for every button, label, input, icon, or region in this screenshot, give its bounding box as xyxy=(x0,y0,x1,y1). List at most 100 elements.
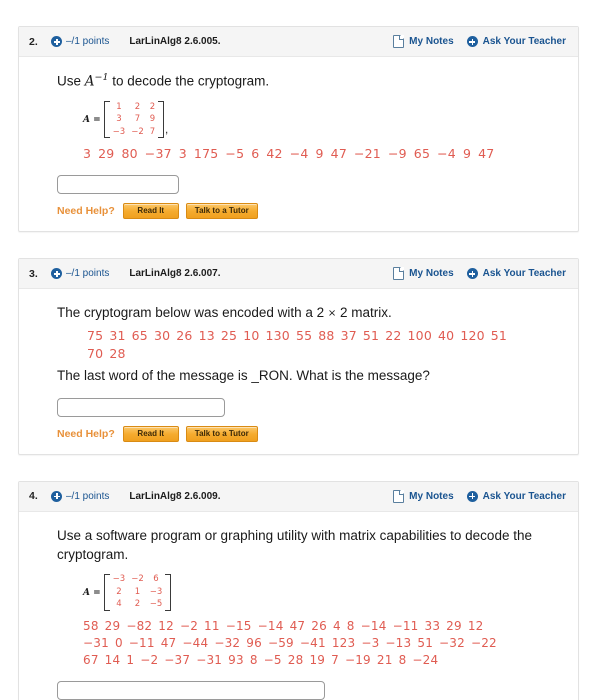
question-prompt-3: The cryptogram below was encoded with a … xyxy=(57,303,560,323)
cryptogram-number: −14 xyxy=(257,619,284,634)
cryptogram-number: 29 xyxy=(104,619,121,634)
ask-teacher-label: Ask Your Teacher xyxy=(482,36,566,47)
ask-your-teacher-link-4[interactable]: Ask Your Teacher xyxy=(466,490,566,502)
cryptogram-number: −32 xyxy=(439,636,465,651)
cryptogram-number: 65 xyxy=(131,327,148,343)
cryptogram-number: 29 xyxy=(98,146,115,162)
question-card-2: 2. –/1 points LarLinAlg8 2.6.005. My Not… xyxy=(18,26,579,233)
question-code-4: LarLinAlg8 2.6.009. xyxy=(129,490,221,502)
matrix-label-4: A = xyxy=(83,587,101,598)
question-card-3: 3. –/1 points LarLinAlg8 2.6.007. My Not… xyxy=(18,258,579,455)
bracket-right-icon xyxy=(165,573,172,612)
cryptogram-number: 47 xyxy=(478,146,495,162)
cryptogram-4: 58 29 −82 12 −2 11 −15 −14 47 26 4 8 −14 −11 33 29 12 −3… xyxy=(83,618,560,669)
cryptogram-number: 28 xyxy=(287,653,304,668)
cryptogram-number: −32 xyxy=(214,636,241,651)
document-icon xyxy=(393,35,405,48)
read-it-button-3[interactable]: Read It xyxy=(122,425,179,442)
cryptogram-number: 8 xyxy=(398,653,407,668)
points-group-4: –/1 points xyxy=(51,490,110,502)
cryptogram-number: 120 xyxy=(460,327,485,343)
cryptogram-number: −37 xyxy=(144,146,172,162)
question-number-2: 2. xyxy=(29,35,38,48)
my-notes-link-4[interactable]: My Notes xyxy=(393,489,454,503)
question-code-2: LarLinAlg8 2.6.005. xyxy=(129,36,221,47)
cryptogram-number: 96 xyxy=(246,636,262,651)
matrix-cell: −2 xyxy=(131,574,144,585)
talk-to-tutor-button-2[interactable]: Talk to a Tutor xyxy=(185,203,258,220)
question-header-actions-3: My Notes Ask Your Teacher xyxy=(393,267,566,281)
cryptogram-number: 14 xyxy=(104,653,121,668)
question-body-4: Use a software program or graphing utili… xyxy=(19,512,578,700)
points-label-2: –/1 points xyxy=(66,36,110,47)
prompt-exponent-2: −1 xyxy=(94,72,109,83)
cryptogram-number: 22 xyxy=(385,327,402,343)
cryptogram-number: −15 xyxy=(225,619,252,634)
cryptogram-number: −31 xyxy=(83,636,109,651)
prompt-text-b-3: 2 matrix. xyxy=(336,305,392,321)
ask-your-teacher-link-2[interactable]: Ask Your Teacher xyxy=(466,36,566,47)
matrix-cell: 4 xyxy=(116,599,122,610)
ask-teacher-label: Ask Your Teacher xyxy=(482,268,566,280)
matrix-cell: 1 xyxy=(134,586,141,597)
cryptogram-number: 21 xyxy=(376,653,393,668)
cryptogram-number: 47 xyxy=(160,636,177,651)
cryptogram-number: −37 xyxy=(164,653,191,668)
cryptogram-number: 51 xyxy=(362,327,380,343)
cryptogram-number: 80 xyxy=(121,146,138,162)
points-group-3: –/1 points xyxy=(51,268,110,280)
cryptogram-number: −21 xyxy=(353,146,381,162)
circle-plus-icon[interactable] xyxy=(51,36,62,47)
cryptogram-number: 51 xyxy=(417,636,434,651)
answer-input-4[interactable] xyxy=(57,681,325,700)
matrix-cell: 2 xyxy=(134,599,141,610)
cryptogram-number: 8 xyxy=(346,619,355,634)
talk-to-tutor-button-3[interactable]: Talk to a Tutor xyxy=(185,425,258,442)
cryptogram-number: 28 xyxy=(109,345,126,361)
ask-your-teacher-link-3[interactable]: Ask Your Teacher xyxy=(466,268,566,280)
need-help-label: Need Help? xyxy=(57,205,115,218)
cryptogram-number: −4 xyxy=(289,146,309,162)
cryptogram-number: 31 xyxy=(109,327,126,343)
answer-input-3[interactable] xyxy=(57,397,225,417)
cryptogram-number: −41 xyxy=(299,636,326,651)
cryptogram-number: 26 xyxy=(176,327,193,343)
circle-plus-icon xyxy=(466,36,478,47)
cryptogram-number: −59 xyxy=(267,636,294,651)
cryptogram-number: 37 xyxy=(340,327,357,343)
cryptogram-number: 51 xyxy=(490,327,508,343)
cryptogram-number: 40 xyxy=(438,327,455,343)
cryptogram-number: −14 xyxy=(360,619,387,634)
cryptogram-number: −3 xyxy=(361,636,380,651)
cryptogram-number: 9 xyxy=(315,146,324,162)
need-help-bar-3: Need Help? Read It Talk to a Tutor xyxy=(57,425,560,442)
cryptogram-number: 11 xyxy=(204,619,220,634)
points-label-3: –/1 points xyxy=(66,268,110,280)
circle-plus-icon[interactable] xyxy=(51,490,62,502)
cryptogram-number: 75 xyxy=(87,327,104,343)
bracket-right-icon xyxy=(158,101,165,139)
cryptogram-number: −82 xyxy=(126,619,153,634)
cryptogram-number: −22 xyxy=(470,636,497,651)
cryptogram-number: 10 xyxy=(243,327,260,343)
cryptogram-number: 47 xyxy=(330,146,347,162)
answer-input-2[interactable] xyxy=(57,175,179,195)
matrix-cell: 3 xyxy=(116,114,122,125)
cryptogram-number: 7 xyxy=(331,653,339,668)
matrix-trailing-comma-2: , xyxy=(165,124,169,137)
question-followup-3: The last word of the message is _RON. Wh… xyxy=(57,368,430,384)
cryptogram-number: 175 xyxy=(193,146,219,162)
matrix-cell: −2 xyxy=(131,126,144,137)
my-notes-link-3[interactable]: My Notes xyxy=(393,267,454,281)
matrix-row: −3 −2 7 xyxy=(110,126,158,138)
circle-plus-icon[interactable] xyxy=(51,268,62,280)
points-label-4: –/1 points xyxy=(66,490,110,502)
read-it-button-2[interactable]: Read It xyxy=(122,203,179,220)
my-notes-link-2[interactable]: My Notes xyxy=(393,35,454,48)
question-body-2: Use A−1 to decode the cryptogram. A = 1 … xyxy=(19,57,578,231)
matrix-row: 2 1 −3 xyxy=(110,586,166,598)
question-header-actions-4: My Notes Ask Your Teacher xyxy=(393,489,566,503)
cryptogram-line: 75 31 65 30 26 13 25 10 130 55 88 37 51 22 100 40 120 51 xyxy=(87,327,560,345)
cryptogram-number: 65 xyxy=(413,146,431,162)
document-icon xyxy=(393,267,405,281)
